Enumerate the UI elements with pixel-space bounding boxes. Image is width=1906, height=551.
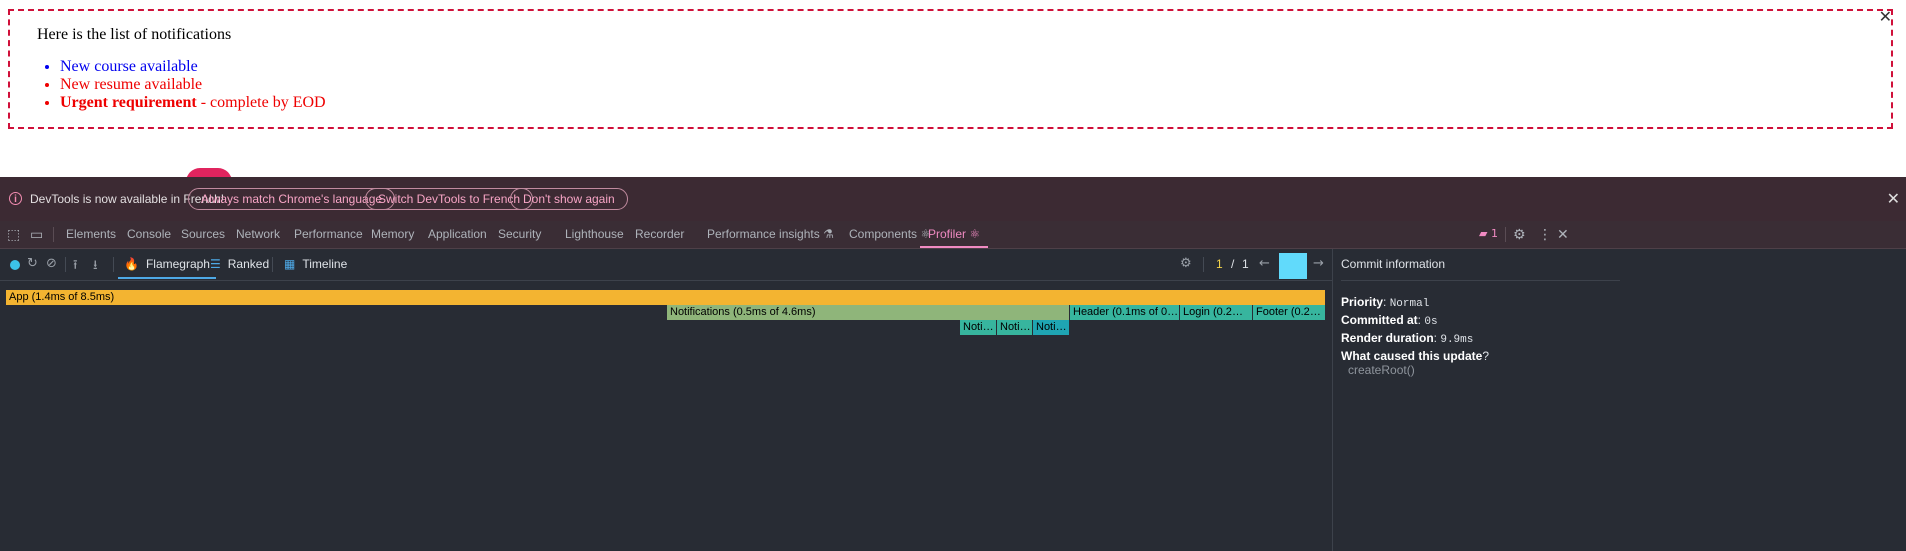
devtools-panel: i DevTools is now available in French! A… xyxy=(0,177,1906,551)
flame-bar-login[interactable]: Login (0.2ms of 0.9ms) xyxy=(1180,305,1253,320)
tab-components[interactable]: Components ⚛ xyxy=(849,221,931,248)
render-duration-row: Render duration: 9.9ms xyxy=(1341,331,1474,346)
clear-profiling-icon[interactable]: ⊘ xyxy=(46,256,57,271)
tab-performance-insights[interactable]: Performance insights ⚗ xyxy=(707,221,834,248)
commit-total: 1 xyxy=(1242,257,1249,271)
info-icon: i xyxy=(9,192,22,205)
flame-bar-notifications[interactable]: Notifications (0.5ms of 4.6ms) xyxy=(667,305,1070,320)
issues-count: 1 xyxy=(1490,227,1498,240)
tab-sources[interactable]: Sources xyxy=(181,221,225,248)
flame-bar-app[interactable]: App (1.4ms of 8.5ms) xyxy=(6,290,1326,305)
load-profile-icon[interactable]: ⭱ xyxy=(73,256,78,278)
notification-item-course: New course available xyxy=(60,58,326,76)
commit-index: 1 xyxy=(1216,257,1223,271)
dont-show-again-button[interactable]: Don't show again xyxy=(510,188,628,210)
page-content: Here is the list of notifications New co… xyxy=(0,0,1906,182)
previous-commit-icon[interactable]: ← xyxy=(1259,256,1270,271)
notification-item-urgent: Urgent requirement - complete by EOD xyxy=(60,94,326,112)
commit-info-title: Commit information xyxy=(1341,249,1569,281)
tab-flamegraph[interactable]: 🔥 Flamegraph xyxy=(118,249,216,279)
flame-bar-header[interactable]: Header (0.1ms of 0.8ms) xyxy=(1070,305,1180,320)
settings-gear-icon[interactable]: ⚙ xyxy=(1513,227,1526,243)
tabbar-divider xyxy=(53,227,54,242)
page-close-icon[interactable]: ✕ xyxy=(1879,7,1892,26)
tab-network[interactable]: Network xyxy=(236,221,280,248)
inspect-element-icon[interactable]: ⬚ xyxy=(7,227,20,243)
always-match-language-button[interactable]: Always match Chrome's language xyxy=(188,188,396,210)
record-button[interactable] xyxy=(10,260,20,270)
notification-list: New course available New resume availabl… xyxy=(33,58,326,112)
infobar-close-icon[interactable]: ✕ xyxy=(1887,189,1900,208)
tab-profiler[interactable]: Profiler ⚛ xyxy=(920,221,989,248)
notification-box: Here is the list of notifications New co… xyxy=(8,9,1893,129)
profiler-settings-icon[interactable]: ⚙ xyxy=(1180,256,1192,271)
commit-separator: / xyxy=(1231,257,1235,271)
flame-bar-footer[interactable]: Footer (0.2ms of 0.9ms) xyxy=(1253,305,1326,320)
ranked-icon: ☰ xyxy=(210,257,221,271)
flame-bar-notification-3[interactable]: Notification xyxy=(1033,320,1070,335)
timeline-icon: ▦ xyxy=(284,257,296,271)
toolbar-divider xyxy=(113,257,114,272)
tab-console[interactable]: Console xyxy=(127,221,171,248)
tab-application[interactable]: Application xyxy=(428,221,487,248)
tab-ranked-label: Ranked xyxy=(227,257,270,271)
committed-at-label: Committed at xyxy=(1341,313,1418,327)
tab-memory[interactable]: Memory xyxy=(371,221,414,248)
urgent-label: Urgent requirement xyxy=(60,94,197,111)
render-duration-value: 9.9ms xyxy=(1440,334,1474,346)
reload-and-profile-icon[interactable]: ↻ xyxy=(27,256,38,271)
update-cause-value[interactable]: createRoot() xyxy=(1348,363,1415,377)
update-cause-row: What caused this update? xyxy=(1341,349,1490,363)
next-commit-icon[interactable]: → xyxy=(1313,256,1324,271)
device-toolbar-icon[interactable]: ▭ xyxy=(30,227,43,243)
more-options-icon[interactable]: ⋮ xyxy=(1538,227,1552,243)
toolbar-divider xyxy=(1203,257,1204,272)
tab-elements[interactable]: Elements xyxy=(66,221,116,248)
committed-at-row: Committed at: 0s xyxy=(1341,313,1438,328)
flame-icon: 🔥 xyxy=(124,257,139,271)
tab-ranked[interactable]: ☰ Ranked xyxy=(210,249,269,279)
update-cause-label: What caused this update xyxy=(1341,349,1483,363)
toolbar-divider xyxy=(272,257,273,272)
save-profile-icon[interactable]: ⭳ xyxy=(93,256,98,278)
tab-flamegraph-label: Flamegraph xyxy=(145,257,210,271)
tabbar-divider-right xyxy=(1505,227,1506,242)
tab-performance[interactable]: Performance xyxy=(294,221,363,248)
committed-at-value: 0s xyxy=(1424,316,1438,328)
tab-lighthouse[interactable]: Lighthouse xyxy=(565,221,624,248)
tab-performance-insights-label: Performance insights xyxy=(707,227,820,241)
priority-label: Priority xyxy=(1341,295,1384,309)
commit-bar-selected-indicator xyxy=(1279,277,1307,279)
experiment-flask-icon: ⚗ xyxy=(823,227,834,241)
notification-heading: Here is the list of notifications xyxy=(37,26,232,43)
priority-value: Normal xyxy=(1389,298,1430,310)
devtools-tabbar: ⬚ ▭ Elements Console Sources Network Per… xyxy=(0,221,1906,249)
urgent-detail: - complete by EOD xyxy=(196,94,326,111)
commit-information-panel: Commit information Priority: Normal Comm… xyxy=(1332,249,1569,551)
switch-to-french-button[interactable]: Switch DevTools to French xyxy=(365,188,534,210)
tab-timeline[interactable]: ▦ Timeline xyxy=(284,249,347,279)
close-devtools-icon[interactable]: ✕ xyxy=(1557,227,1569,243)
tab-timeline-label: Timeline xyxy=(302,257,348,271)
tab-security[interactable]: Security xyxy=(498,221,541,248)
flame-bar-notification-2[interactable]: Notification xyxy=(997,320,1033,335)
tab-recorder[interactable]: Recorder xyxy=(635,221,684,248)
language-infobar: i DevTools is now available in French! A… xyxy=(0,177,1906,222)
toolbar-divider xyxy=(65,257,66,272)
flame-bar-notification-1[interactable]: Notification xyxy=(960,320,997,335)
render-duration-label: Render duration xyxy=(1341,331,1434,345)
notification-item-resume: New resume available xyxy=(60,76,326,94)
priority-row: Priority: Normal xyxy=(1341,295,1430,310)
commit-bar[interactable] xyxy=(1279,253,1307,277)
issues-badge[interactable]: ▰ 1 xyxy=(1479,227,1498,240)
